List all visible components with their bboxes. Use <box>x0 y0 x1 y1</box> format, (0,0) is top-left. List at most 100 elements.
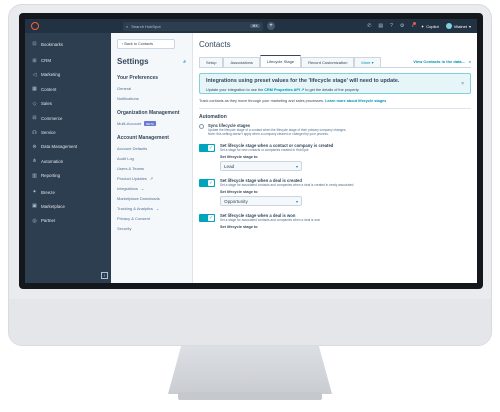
track-text: Track contacts as they move through your… <box>199 99 325 103</box>
copilot-button[interactable]: ✦ Copilot <box>421 24 439 29</box>
learn-more-link[interactable]: Learn more about lifecycle stages <box>325 99 386 103</box>
nav-item-label: Notifications <box>117 96 139 101</box>
rule-toggle[interactable] <box>199 144 215 152</box>
nav-item-label: General <box>117 86 132 91</box>
store-icon: ▣ <box>32 203 37 210</box>
database-icon: ⊜ <box>32 143 37 150</box>
search-input[interactable]: ⌕ Search HubSpot ⌘K <box>123 21 263 31</box>
shortcut-badge: ⌘K <box>250 24 260 28</box>
sidebar-item-marketplace[interactable]: ▣ Marketplace <box>25 199 111 213</box>
content-icon: ▦ <box>32 86 37 93</box>
sidebar-item-label: Marketing <box>41 72 61 78</box>
sidebar-item-crm[interactable]: ⊞ CRM <box>25 53 111 67</box>
page-title: Settings <box>117 57 149 66</box>
monitor-chin <box>9 299 491 345</box>
nav-item-product-updates[interactable]: Product Updates ↗ <box>117 176 186 181</box>
sidebar-item-bookmarks[interactable]: ⊡ Bookmarks <box>25 37 111 51</box>
banner-text-after: to get the details of the property. <box>305 88 360 92</box>
sidebar-item-label: Service <box>41 130 56 136</box>
avatar <box>445 23 452 29</box>
nav-item-label: Users & Teams <box>117 166 145 171</box>
nav-item-tracking-analytics[interactable]: Tracking & Analytics ⌄ <box>117 206 186 211</box>
notifications-icon[interactable]: ♪ <box>411 22 416 29</box>
tab-more[interactable]: More ▾ <box>354 57 381 67</box>
sync-lifecycle-option: Sync lifecycle stages Update the lifecyc… <box>199 123 471 136</box>
settings-icon[interactable]: ⚙ <box>400 23 404 29</box>
top-icons: ✆ ▤ ? ⚙ ♪ ✦ Copilot Vitalnet ▾ <box>367 22 471 29</box>
crm-properties-api-link[interactable]: CRM Properties API ↗ <box>264 88 304 92</box>
nav-item-label: Marketplace Downloads <box>117 196 160 201</box>
sidebar-item-sales[interactable]: ◇ Sales <box>25 97 111 111</box>
nav-item-label: Privacy & Consent <box>117 216 150 221</box>
sidebar-item-marketing[interactable]: ◁ Marketing <box>25 68 111 82</box>
nav-item-multi-account[interactable]: Multi-Account BETA <box>117 121 186 126</box>
tab-lifecycle-stage[interactable]: Lifecycle Stage <box>259 55 302 67</box>
megaphone-icon: ◁ <box>32 71 37 78</box>
settings-nav: ‹ Back to Contacts Settings ⌕ Your Prefe… <box>111 33 193 283</box>
chevron-down-icon: ▾ <box>295 163 298 169</box>
sidebar-item-content[interactable]: ▦ Content <box>25 82 111 96</box>
monitor-bezel: ⌕ Search HubSpot ⌘K + ✆ ▤ ? ⚙ ♪ ✦ Copilo… <box>19 13 483 289</box>
view-contacts-link[interactable]: View Contacts in the data… × <box>413 59 471 67</box>
nav-item-general[interactable]: General <box>117 86 186 91</box>
rule-desc: Set a stage for new contacts or companie… <box>220 148 309 152</box>
nav-item-marketplace-downloads[interactable]: Marketplace Downloads <box>117 196 186 201</box>
account-menu[interactable]: Vitalnet ▾ <box>445 23 471 29</box>
sidebar-item-label: Partner <box>41 218 56 224</box>
sidebar-item-breeze[interactable]: ✦ Breeze <box>25 185 111 199</box>
crm-icon: ⊞ <box>32 57 37 64</box>
monitor-stand <box>168 346 332 394</box>
sync-radio[interactable] <box>199 124 204 129</box>
settings-heading: Settings ⌕ <box>117 57 186 66</box>
search-icon[interactable]: ⌕ <box>183 59 186 65</box>
main-content: Contacts Setup Associations Lifecycle St… <box>193 33 477 283</box>
nav-section-title: Your Preferences <box>117 75 159 81</box>
lifecycle-stage-select[interactable]: Opportunity ▾ <box>220 196 302 206</box>
nav-item-notifications[interactable]: Notifications <box>117 96 186 101</box>
copilot-icon: ✦ <box>420 23 425 29</box>
nav-item-privacy-consent[interactable]: Privacy & Consent <box>117 216 186 221</box>
sidebar-item-automation[interactable]: ⋔ Automation <box>25 154 111 168</box>
divider <box>199 108 471 109</box>
monitor-base <box>178 392 322 400</box>
nav-item-security[interactable]: Security <box>117 226 186 231</box>
sidebar-item-label: Data Management <box>41 144 78 150</box>
hubspot-logo-icon[interactable] <box>31 22 39 30</box>
tab-record-customization[interactable]: Record Customization <box>301 57 355 67</box>
rule-toggle[interactable] <box>199 214 215 222</box>
sidebar-item-label: Sales <box>41 101 52 107</box>
sidebar-item-service[interactable]: ☊ Service <box>25 125 111 139</box>
rule-toggle[interactable] <box>199 179 215 187</box>
sidebar-item-label: Breeze <box>41 189 55 195</box>
sidebar-item-commerce[interactable]: ⊟ Commerce <box>25 111 111 125</box>
create-plus-button[interactable]: + <box>267 22 275 30</box>
nav-item-label: Tracking & Analytics <box>117 206 153 211</box>
sales-icon: ◇ <box>32 100 37 107</box>
search-icon: ⌕ <box>126 23 129 29</box>
close-icon[interactable]: × <box>461 81 464 87</box>
bookmark-icon: ⊡ <box>32 41 37 48</box>
chevron-down-icon: ▾ <box>468 23 471 29</box>
marketplace-icon[interactable]: ▤ <box>378 23 383 29</box>
banner-text-before: Update your integration to use the <box>206 88 264 92</box>
phone-icon[interactable]: ✆ <box>367 23 371 29</box>
top-bar: ⌕ Search HubSpot ⌘K + ✆ ▤ ? ⚙ ♪ ✦ Copilo… <box>25 19 477 33</box>
help-icon[interactable]: ? <box>390 23 393 29</box>
nav-item-account-defaults[interactable]: Account Defaults <box>117 146 186 151</box>
collapse-sidebar-button[interactable]: › <box>101 272 108 279</box>
sidebar-item-label: Content <box>41 86 57 92</box>
nav-item-integrations[interactable]: Integrations ⌄ <box>117 186 186 191</box>
rule-desc: Set a stage for associated contacts and … <box>220 183 354 187</box>
lifecycle-stage-select[interactable]: Lead ▾ <box>220 161 302 171</box>
sidebar-item-partner[interactable]: ◎ Partner <box>25 214 111 228</box>
stage-label: Set lifecycle stage to <box>220 190 258 194</box>
tab-associations[interactable]: Associations <box>223 57 260 67</box>
screen: ⌕ Search HubSpot ⌘K + ✆ ▤ ? ⚙ ♪ ✦ Copilo… <box>25 19 477 283</box>
tab-setup[interactable]: Setup <box>199 57 224 67</box>
nav-item-users-teams[interactable]: Users & Teams <box>117 166 186 171</box>
back-to-contacts-button[interactable]: ‹ Back to Contacts <box>117 39 175 49</box>
sidebar-item-data-management[interactable]: ⊜ Data Management <box>25 140 111 154</box>
sidebar-item-reporting[interactable]: ▥ Reporting <box>25 169 111 183</box>
tab-bar: Setup Associations Lifecycle Stage Recor… <box>199 55 471 68</box>
nav-item-audit-log[interactable]: Audit Log <box>117 156 186 161</box>
